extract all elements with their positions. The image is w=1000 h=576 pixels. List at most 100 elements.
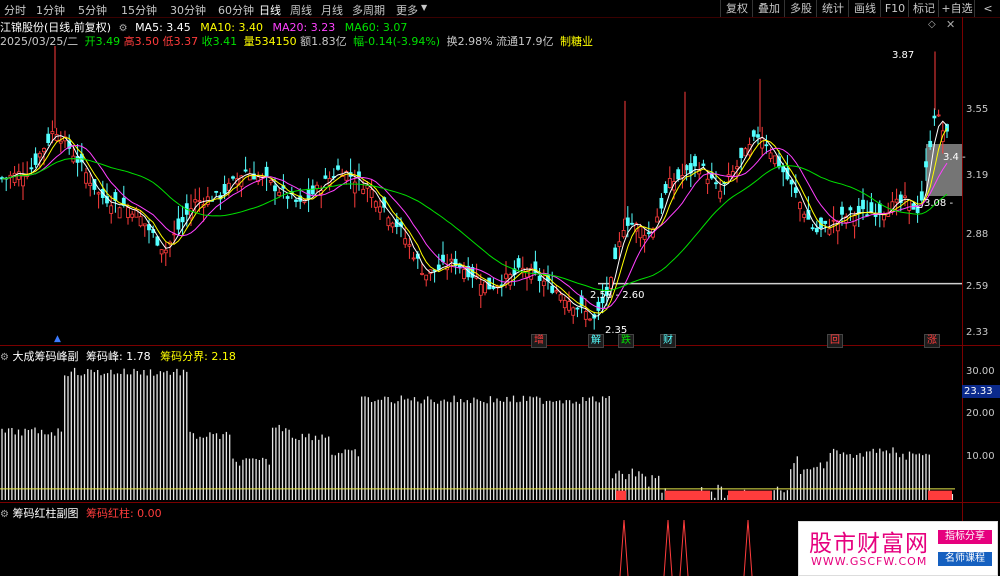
candle-body: [424, 274, 429, 281]
candle-body: [588, 318, 592, 321]
candle-body: [42, 148, 46, 153]
candle-body: [810, 227, 815, 230]
sub2-red-value: 筹码红柱: 0.00: [85, 507, 162, 520]
candle-body: [693, 156, 697, 167]
candle-body: [403, 238, 408, 245]
chip-red-block: [616, 490, 626, 500]
candle-body: [504, 273, 508, 279]
sub2-title: 筹码红柱副图: [12, 507, 79, 520]
candle-body: [390, 222, 395, 228]
candle-body: [58, 140, 63, 144]
candle-body: [655, 216, 660, 223]
candle-body: [193, 199, 198, 203]
candle-body: [197, 200, 202, 203]
candle-body: [663, 184, 668, 194]
candle-body: [516, 258, 521, 268]
up-arrow-icon: ▲: [54, 334, 61, 344]
candle-body: [273, 185, 277, 192]
candle-body: [50, 131, 55, 135]
signal-badge-rise[interactable]: 涨: [924, 334, 940, 348]
candle-body: [562, 300, 567, 309]
candle-body: [159, 249, 164, 255]
candle-body: [760, 137, 765, 149]
candle-body: [214, 190, 219, 193]
candle-body: [751, 130, 756, 137]
candle-body: [541, 280, 546, 287]
candle-body: [369, 189, 374, 198]
sub1-settings-icon[interactable]: ⚙: [0, 352, 9, 363]
candle-body: [407, 244, 412, 247]
candle-body: [814, 227, 819, 233]
candle-body: [567, 301, 571, 311]
candle-body: [676, 169, 681, 180]
candle-body: [638, 226, 643, 239]
candle-body: [575, 307, 580, 310]
candle-body: [848, 207, 853, 211]
candle-body: [558, 294, 563, 301]
signal-badge-return[interactable]: 回: [827, 334, 843, 348]
candle-body: [924, 161, 928, 168]
chip-red-block: [928, 490, 952, 500]
candle-body: [46, 133, 51, 143]
red-pillar-spike: [663, 519, 673, 576]
candle-body: [231, 176, 235, 179]
candle-body: [903, 195, 907, 199]
candle-body: [659, 197, 664, 209]
red-pillar-spike: [619, 519, 629, 576]
candle-body: [621, 230, 626, 238]
watermark-url: WWW.GSCFW.COM: [811, 555, 928, 568]
candle-body: [373, 201, 378, 208]
candle-body: [877, 203, 882, 215]
signal-badge-fall[interactable]: 跌: [618, 334, 634, 348]
candle-body: [449, 258, 454, 262]
candle-body: [802, 213, 807, 218]
sub2-settings-icon[interactable]: ⚙: [0, 509, 9, 520]
watermark-tag-course: 名师课程: [938, 552, 992, 566]
candle-body: [537, 275, 542, 282]
high-price-label: 3.87: [892, 50, 915, 61]
candle-body: [684, 165, 689, 171]
candle-body: [130, 213, 135, 218]
sub1-current-value: 23.33: [962, 385, 1000, 398]
candle-body: [294, 199, 298, 202]
candle-body: [336, 165, 340, 170]
collapse-button[interactable]: <: [974, 0, 1000, 17]
candle-body: [29, 167, 34, 170]
candle-body: [625, 217, 630, 226]
y-tick-main-1: 3.55: [966, 104, 989, 115]
candle-body: [554, 290, 559, 293]
candle-body: [873, 214, 878, 217]
candle-body: [436, 264, 441, 270]
candle-body: [550, 285, 555, 293]
candle-body: [861, 199, 865, 210]
candle-body: [701, 163, 706, 166]
candle-body: [243, 169, 248, 172]
signal-badge-increase[interactable]: 增: [531, 334, 547, 348]
candle-body: [411, 257, 416, 260]
candle-body: [33, 153, 38, 165]
candle-body: [823, 220, 828, 224]
candle-body: [277, 191, 282, 196]
candle-body: [247, 173, 252, 181]
y-tick-sub1-3: 10.00: [966, 451, 995, 462]
candle-body: [386, 217, 391, 227]
y-tick-main-3: 2.88: [966, 229, 989, 240]
candle-body: [739, 147, 744, 159]
candle-body: [37, 152, 42, 158]
candle-body: [932, 115, 937, 119]
kline-chart[interactable]: [0, 0, 962, 576]
support-level-label: 2.58 - 2.60: [590, 290, 645, 301]
signal-badge-finance[interactable]: 财: [660, 334, 676, 348]
candle-body: [718, 190, 723, 199]
candle-body: [894, 198, 899, 203]
candle-body: [361, 188, 366, 194]
candle-body: [126, 207, 130, 218]
candle-body: [109, 205, 114, 214]
watermark-logo: 股市财富网 WWW.GSCFW.COM 指标分享 名师课程: [798, 521, 998, 576]
candle-body: [378, 206, 382, 213]
candle-body: [285, 196, 290, 199]
sub1-header: ⚙ 大成筹码峰副 筹码峰: 1.78 筹码分界: 2.18: [0, 348, 236, 364]
y-tick-main-4: 2.59: [966, 281, 989, 292]
signal-badge-unlock[interactable]: 解: [588, 334, 604, 348]
candle-body: [117, 207, 122, 219]
